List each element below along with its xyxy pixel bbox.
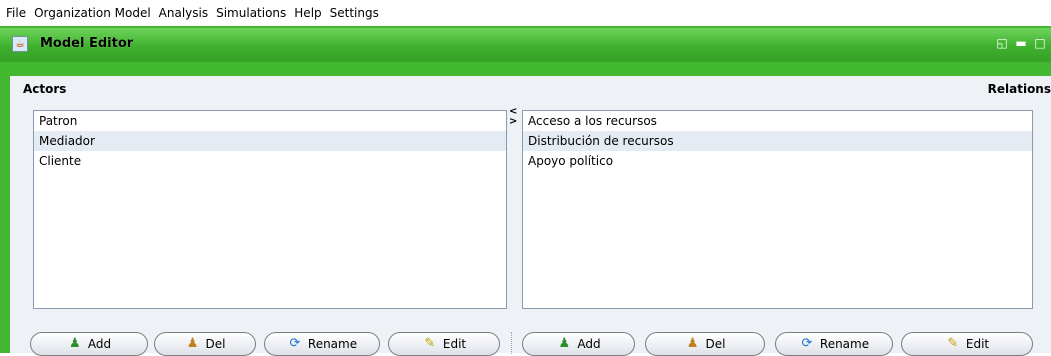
java-app-icon[interactable]: ☕: [12, 36, 28, 52]
button-label: Rename: [307, 337, 358, 351]
pencil-icon: ✎: [947, 336, 959, 351]
add-user-icon: ♟: [69, 336, 81, 351]
relations-del-button[interactable]: ♟ Del: [645, 332, 765, 356]
add-user-icon: ♟: [558, 336, 571, 351]
menu-settings[interactable]: Settings: [330, 6, 379, 20]
collapse-right-arrow-icon[interactable]: >: [509, 116, 517, 127]
actors-add-button[interactable]: ♟ Add: [30, 332, 148, 356]
menu-analysis[interactable]: Analysis: [159, 6, 208, 20]
button-label: Del: [205, 337, 226, 351]
button-label: Del: [705, 337, 726, 351]
minimize-icon[interactable]: ▬: [1014, 36, 1028, 50]
relations-list[interactable]: Acceso a los recursos Distribución de re…: [522, 110, 1033, 309]
maximize-icon[interactable]: □: [1033, 36, 1047, 50]
button-label: Add: [87, 337, 112, 351]
button-divider: [511, 332, 512, 354]
menu-bar: File Organization Model Analysis Simulat…: [0, 0, 1051, 26]
menu-help[interactable]: Help: [294, 6, 321, 20]
button-label: Rename: [819, 337, 870, 351]
menu-file[interactable]: File: [6, 6, 26, 20]
list-item[interactable]: Apoyo político: [523, 151, 1032, 171]
menu-simulations[interactable]: Simulations: [216, 6, 286, 20]
actors-heading: Actors: [23, 82, 67, 96]
list-item[interactable]: Cliente: [34, 151, 506, 171]
menu-organization-model[interactable]: Organization Model: [34, 6, 151, 20]
restore-icon[interactable]: ◱: [995, 36, 1009, 50]
button-label: Add: [577, 337, 601, 351]
relations-edit-button[interactable]: ✎ Edit: [901, 332, 1033, 356]
delete-user-icon: ♟: [186, 336, 199, 351]
actors-list[interactable]: Patron Mediador Cliente: [33, 110, 507, 309]
button-label: Edit: [442, 337, 467, 351]
delete-user-icon: ♟: [686, 336, 699, 351]
list-item[interactable]: Distribución de recursos: [523, 131, 1032, 151]
pencil-icon: ✎: [424, 336, 436, 351]
actors-del-button[interactable]: ♟ Del: [154, 332, 256, 356]
refresh-icon: ⟳: [289, 336, 301, 351]
window-title: Model Editor: [40, 36, 134, 51]
relations-heading: Relations: [987, 82, 1051, 96]
list-item[interactable]: Acceso a los recursos: [523, 111, 1032, 131]
window-title-bar[interactable]: ☕ Model Editor ◱ ▬ □: [0, 28, 1051, 62]
relations-rename-button[interactable]: ⟳ Rename: [775, 332, 893, 356]
actors-rename-button[interactable]: ⟳ Rename: [264, 332, 380, 356]
actors-edit-button[interactable]: ✎ Edit: [388, 332, 500, 356]
editor-content: Actors Relations Patron Mediador Cliente…: [10, 76, 1051, 356]
list-item[interactable]: Mediador: [34, 131, 506, 151]
button-label: Edit: [965, 337, 990, 351]
list-item[interactable]: Patron: [34, 111, 506, 131]
refresh-icon: ⟳: [801, 336, 813, 351]
relations-add-button[interactable]: ♟ Add: [522, 332, 635, 356]
